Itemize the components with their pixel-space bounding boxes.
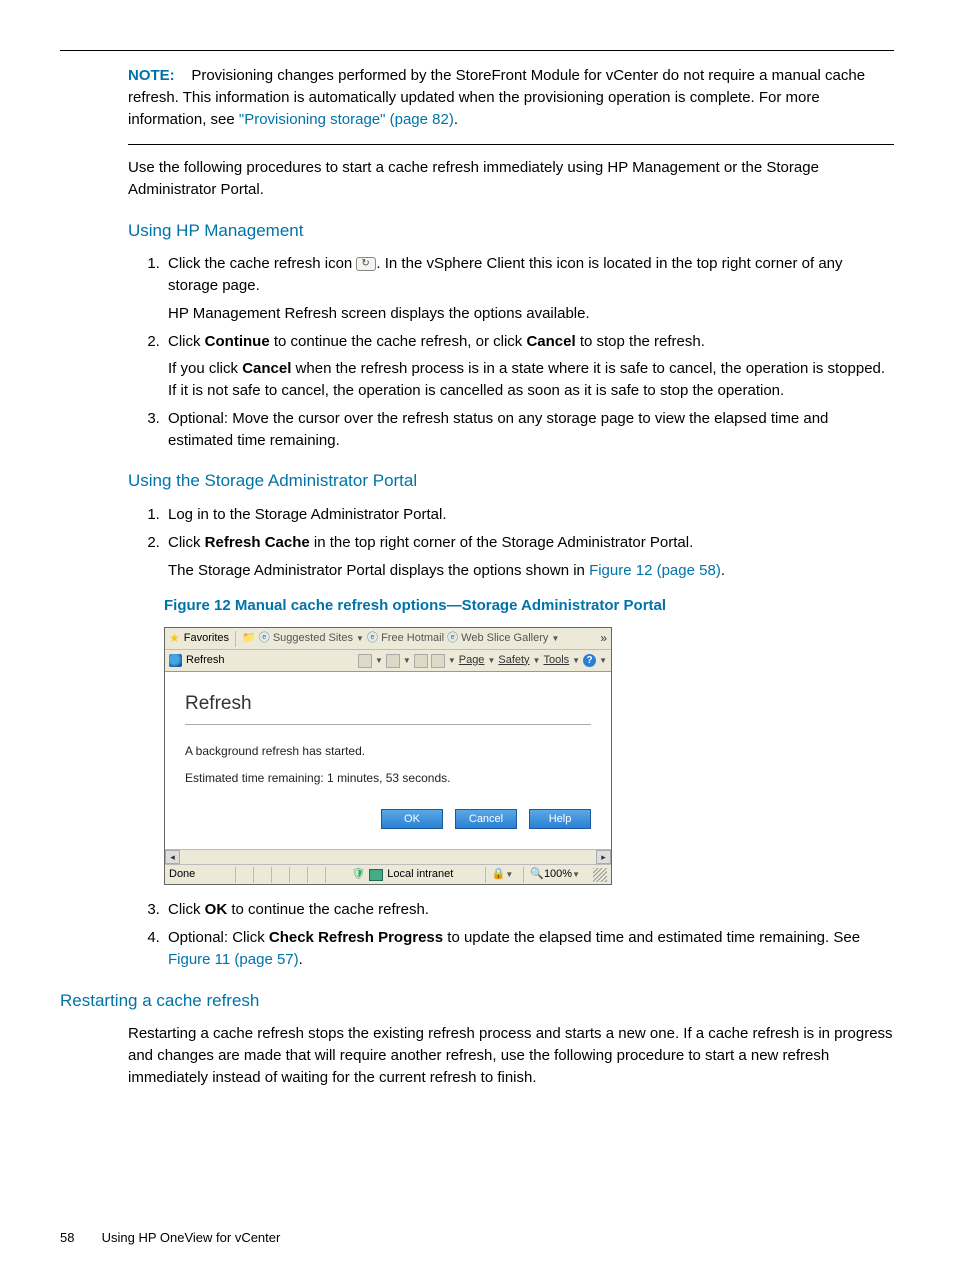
ie-icon: ⓔ — [259, 632, 270, 644]
list-item: Optional: Click Check Refresh Progress t… — [164, 927, 894, 971]
figure-12-link[interactable]: Figure 12 (page 58) — [589, 562, 721, 579]
mail-icon[interactable] — [414, 654, 428, 668]
more-chevron-icon[interactable]: » — [600, 630, 607, 647]
zone-icon — [369, 869, 383, 881]
webslice-link[interactable]: Web Slice Gallery — [461, 632, 548, 644]
intro-paragraph: Use the following procedures to start a … — [128, 157, 894, 201]
cancel-button[interactable]: Cancel — [455, 809, 517, 829]
list-item: Optional: Move the cursor over the refre… — [164, 408, 894, 452]
note-box: NOTE: Provisioning changes performed by … — [128, 65, 894, 145]
folder-icon: 📁 — [242, 632, 256, 644]
dialog-message-2: Estimated time remaining: 1 minutes, 53 … — [185, 770, 591, 787]
favorites-label[interactable]: Favorites — [184, 631, 229, 647]
ie-icon — [169, 654, 182, 667]
status-bar: Done 🛡 Local intranet 🔒▼ 🔍 100% ▼ — [165, 864, 611, 884]
page-footer: 58 Using HP OneView for vCenter — [60, 1229, 894, 1248]
storage-admin-steps: Log in to the Storage Administrator Port… — [128, 504, 894, 581]
footer-title: Using HP OneView for vCenter — [102, 1230, 281, 1245]
browser-tab[interactable]: Refresh — [169, 653, 225, 669]
help-icon[interactable]: ? — [583, 654, 596, 667]
page-content: NOTE: Provisioning changes performed by … — [60, 50, 894, 1089]
note-after: . — [454, 111, 458, 128]
list-item: Click Continue to continue the cache ref… — [164, 331, 894, 402]
hp-management-steps: Click the cache refresh icon . In the vS… — [128, 253, 894, 451]
figure-title: Figure 12 Manual cache refresh options—S… — [164, 595, 894, 617]
resize-grip-icon[interactable] — [593, 868, 607, 882]
list-item: Click OK to continue the cache refresh. — [164, 899, 894, 921]
print-icon[interactable] — [431, 654, 445, 668]
hotmail-link[interactable]: Free Hotmail — [381, 632, 444, 644]
page-number: 58 — [60, 1229, 98, 1248]
storage-admin-steps-cont: Click OK to continue the cache refresh. … — [128, 899, 894, 970]
list-item: Click the cache refresh icon . In the vS… — [164, 253, 894, 324]
tools-menu[interactable]: Tools — [543, 653, 569, 669]
home-icon[interactable] — [358, 654, 372, 668]
zone-label: Local intranet — [387, 867, 453, 883]
step-detail: If you click Cancel when the refresh pro… — [168, 358, 894, 402]
shield-icon: 🛡 — [351, 867, 365, 883]
suggested-sites-link[interactable]: Suggested Sites — [273, 632, 353, 644]
refresh-icon — [356, 257, 376, 271]
zoom-seg[interactable]: 🔍 100% ▼ — [523, 867, 586, 883]
dialog-message-1: A background refresh has started. — [185, 743, 591, 760]
list-item: Log in to the Storage Administrator Port… — [164, 504, 894, 526]
step-detail: HP Management Refresh screen displays th… — [168, 303, 894, 325]
feeds-icon[interactable] — [386, 654, 400, 668]
protected-mode-seg[interactable]: 🔒▼ — [485, 867, 520, 883]
heading-storage-admin: Using the Storage Administrator Portal — [128, 469, 894, 494]
lock-icon: 🔒 — [492, 867, 506, 883]
dialog-heading: Refresh — [185, 690, 591, 725]
dialog-body: Refresh A background refresh has started… — [165, 672, 611, 849]
horizontal-scrollbar[interactable]: ◂ ▸ — [165, 849, 611, 864]
star-icon: ★ — [169, 630, 180, 647]
page-menu[interactable]: Page — [459, 653, 485, 669]
ie-icon: ⓔ — [447, 632, 458, 644]
ie-favorites-bar: ★ Favorites 📁 ⓔ Suggested Sites ▼ ⓔ Free… — [165, 628, 611, 650]
ok-button[interactable]: OK — [381, 809, 443, 829]
figure-12-screenshot: ★ Favorites 📁 ⓔ Suggested Sites ▼ ⓔ Free… — [164, 627, 612, 885]
note-link[interactable]: "Provisioning storage" (page 82) — [239, 111, 454, 128]
restarting-paragraph: Restarting a cache refresh stops the exi… — [128, 1023, 894, 1088]
note-label: NOTE: — [128, 67, 175, 84]
ie-icon: ⓔ — [367, 632, 378, 644]
ie-toolbar: Refresh ▼ ▼ ▼ Page▼ Safety▼ Tools▼ ?▼ — [165, 650, 611, 672]
help-button[interactable]: Help — [529, 809, 591, 829]
magnifier-icon: 🔍 — [530, 867, 544, 883]
heading-hp-management: Using HP Management — [128, 219, 894, 244]
heading-restarting: Restarting a cache refresh — [60, 989, 894, 1014]
list-item: Click Refresh Cache in the top right cor… — [164, 532, 894, 582]
step-detail: The Storage Administrator Portal display… — [168, 560, 894, 582]
favorite-links: 📁 ⓔ Suggested Sites ▼ ⓔ Free Hotmail ⓔ W… — [242, 631, 559, 647]
safety-menu[interactable]: Safety — [498, 653, 529, 669]
status-done: Done — [169, 867, 195, 883]
scroll-right-arrow[interactable]: ▸ — [596, 850, 611, 864]
scroll-left-arrow[interactable]: ◂ — [165, 850, 180, 864]
figure-11-link[interactable]: Figure 11 (page 57) — [168, 951, 299, 968]
